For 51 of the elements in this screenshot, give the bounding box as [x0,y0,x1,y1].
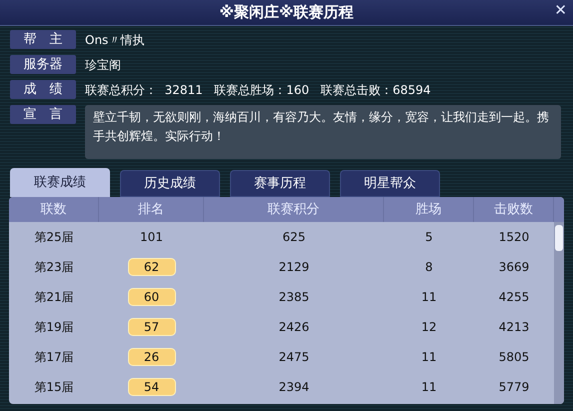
table-cell-text: 3669 [498,259,530,276]
field-value: Ons〃情执 [85,32,144,48]
table-cell-text: 2426 [278,319,310,336]
table-cell-text: 第19届 [33,319,75,336]
table-cell-text: 4213 [498,319,530,336]
field-label: 成 绩 [10,80,76,99]
field-value: 联赛总积分： 32811 联赛总胜场：160 联赛总击败：68594 [85,82,431,98]
tab[interactable]: 历史成绩 [120,170,220,197]
table-cell-text: 2385 [278,289,310,306]
table-cell-text: 2394 [278,379,310,396]
column-header: 击败数 [474,197,554,222]
declaration-text: 壁立千韧，无欲则刚，海纳百川，有容乃大。友情，缘分，宽容，让我们走到一起。携手共创辉煌。实际行动！ [85,105,561,159]
rank-badge: 60 [128,288,176,306]
table-cell-text: 2475 [278,349,310,366]
table-cell-text: 5779 [498,379,530,396]
tab[interactable]: 明星帮众 [340,170,440,197]
table-cell-text: 11 [420,379,438,396]
table-cell-text: 第15届 [33,379,75,396]
table-cell-text: 第25届 [33,229,75,246]
scrollbar-thumb[interactable] [555,225,563,251]
table-cell-text: 11 [420,289,438,306]
table-cell-text: 625 [282,229,306,246]
table-cell-text: 第21届 [33,289,75,306]
field-label: 服务器 [10,55,76,74]
table-cell-text: 1520 [498,229,530,246]
tab[interactable]: 赛事历程 [230,170,330,197]
close-button[interactable]: ✕ [554,3,567,18]
column-header: 联赛积分 [204,197,384,222]
table-cell-text: 11 [420,349,438,366]
table-cell-text: 5 [424,229,434,246]
table-cell-text: 101 [140,229,163,246]
column-header: 联数 [9,197,99,222]
table-cell-text: 第23届 [33,259,75,276]
table-cell-text: 8 [424,259,434,276]
field-label: 宣 言 [10,105,76,124]
table-cell-text: 12 [420,319,438,336]
rank-badge: 26 [128,348,176,366]
column-header: 胜场 [384,197,474,222]
field-label: 帮 主 [10,30,76,49]
scrollbar[interactable] [554,222,564,404]
rank-badge: 54 [128,378,176,396]
column-header: 排名 [99,197,204,222]
window-title: ※聚闲庄※联赛历程 [219,2,354,24]
table-cell-text: 4255 [498,289,530,306]
rank-badge: 62 [128,258,176,276]
table-cell-text: 2129 [278,259,310,276]
table-cell-text: 5805 [498,349,530,366]
rank-badge: 57 [128,318,176,336]
tab[interactable]: 联赛成绩 [10,168,110,197]
field-value: 珍宝阁 [85,56,121,74]
table-cell-text: 第17届 [33,349,75,366]
